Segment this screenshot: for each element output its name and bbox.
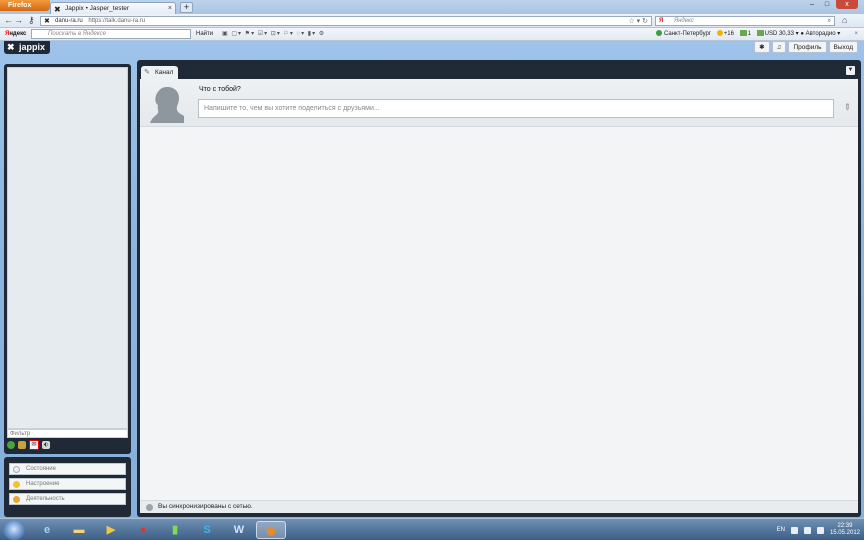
search-go-icon[interactable]: ⌕	[828, 17, 831, 26]
yandex-tool-icons[interactable]: ▣ ▢▾ ⚑▾ ☑▾ ⊡▾ ⚐▾ ◌▾ ▮▾ ⚙	[222, 28, 325, 40]
status-post-input[interactable]	[198, 99, 834, 118]
tabs-menu-button[interactable]: ▼	[846, 66, 855, 75]
skype-icon[interactable]: S	[192, 521, 222, 539]
start-button[interactable]	[3, 520, 25, 540]
yandex-toolbar: Яндекс Поискать в Яндексе Найти ▣ ▢▾ ⚑▾ …	[0, 28, 864, 41]
search-placeholder: Яндекс	[674, 18, 694, 24]
roster-tools: ✉ ⬖	[7, 440, 50, 450]
yandex-informers[interactable]: Санкт-Петербург +16 1 USD 30,33 ▾ ● Авто…	[656, 28, 840, 40]
yandex-find-button[interactable]: Найти	[196, 28, 213, 40]
forward-button[interactable]: →	[14, 16, 23, 25]
weather-location-icon	[656, 30, 662, 36]
mood-field[interactable]: Настроение	[9, 478, 126, 490]
sync-status-bar: Вы синхронизированы с сетью.	[140, 500, 858, 513]
state-field[interactable]: Состояние	[9, 463, 126, 475]
rates-icon	[739, 30, 747, 36]
url-bar[interactable]: ✖ danu-ra.ru https://talk.danu-ra.ru ☆ ▾…	[40, 16, 652, 26]
url-reload-icon[interactable]: ☆ ▾ ↻	[628, 17, 648, 26]
presence-panel: Состояние Настроение Деятельность	[4, 457, 131, 517]
browser-tab-jappix[interactable]: ✖ Jappix • Jasper_tester ×	[50, 2, 176, 14]
language-indicator[interactable]: EN	[777, 527, 785, 533]
firefox-taskbar-icon[interactable]: ◉	[256, 521, 286, 539]
jappix-page: ✖ jappix ✱ ♫ Профиль Выход ✉ ⬖ Состояние…	[0, 41, 864, 518]
network-icon[interactable]	[803, 526, 811, 534]
profile-link[interactable]: Профиль	[788, 41, 827, 53]
jappix-logo[interactable]: ✖ jappix	[4, 41, 51, 54]
word-icon[interactable]: W	[224, 521, 254, 539]
yandex-logo[interactable]: Яндекс	[5, 28, 26, 40]
internet-explorer-icon[interactable]: e	[32, 521, 62, 539]
state-icon	[13, 466, 20, 473]
yandex-search-input[interactable]: Поискать в Яндексе	[31, 29, 191, 39]
activity-icon	[13, 496, 20, 503]
windows-taskbar: e ▬ ▶ ● ▮ S W ◉ EN 22:39 15.05.2012	[0, 518, 864, 540]
explorer-folder-icon[interactable]: ▬	[64, 521, 94, 539]
browser-tab-bar: Firefox ✖ Jappix • Jasper_tester × + – □…	[0, 0, 864, 14]
clock[interactable]: 22:39 15.05.2012	[830, 523, 860, 537]
add-contact-icon[interactable]	[7, 441, 15, 449]
roster-list[interactable]	[7, 67, 128, 429]
currency-icon	[756, 30, 764, 36]
site-identity-icon[interactable]: ✖	[44, 17, 50, 26]
roster-panel: ✉ ⬖	[4, 64, 131, 454]
maximize-button[interactable]: □	[821, 0, 833, 9]
site-identity-badge[interactable]: danu-ra.ru	[55, 18, 83, 24]
tray-app-icon[interactable]	[790, 526, 798, 534]
chat-bubble-icon[interactable]: ✉	[29, 440, 39, 450]
opera-icon[interactable]: ●	[128, 521, 158, 539]
minimize-button[interactable]: –	[806, 0, 818, 9]
mood-icon	[13, 481, 20, 488]
attach-paperclip-icon[interactable]: ✎	[840, 101, 853, 114]
bookmark-key-icon[interactable]: ⚷	[28, 16, 35, 25]
tag-icon[interactable]: ⬖	[42, 441, 50, 449]
groupchat-icon[interactable]	[18, 441, 26, 449]
music-button[interactable]: ♫	[771, 41, 787, 53]
volume-icon[interactable]	[816, 526, 824, 534]
system-tray: EN 22:39 15.05.2012	[777, 522, 860, 538]
sync-status-icon	[146, 504, 153, 511]
navigation-bar: ← → ⚷ ✖ danu-ra.ru https://talk.danu-ra.…	[0, 14, 864, 28]
phone-app-icon[interactable]: ▮	[160, 521, 190, 539]
status-composer: Что с тобой? ✎	[140, 79, 858, 127]
close-window-button[interactable]: x	[836, 0, 858, 9]
yandex-bar-close-icon[interactable]: ×	[854, 28, 858, 40]
back-button[interactable]: ←	[4, 16, 13, 25]
jappix-logo-icon: ✖	[7, 42, 15, 52]
channel-icon: ✎	[144, 69, 150, 76]
channel-content: Что с тобой? ✎ Вы синхронизированы с сет…	[140, 79, 858, 513]
tab-channel[interactable]: ✎ Канал	[141, 66, 179, 79]
tab-close-icon[interactable]: ×	[168, 3, 172, 14]
new-tab-button[interactable]: +	[180, 2, 193, 13]
default-avatar-icon	[150, 87, 184, 123]
yandex-engine-icon[interactable]: Я	[659, 17, 663, 26]
roster-filter-input[interactable]	[7, 429, 128, 438]
top-right-links: ✱ ♫ Профиль Выход	[754, 41, 858, 54]
browser-search-bar[interactable]: Я Яндекс ⌕	[655, 16, 835, 26]
home-icon[interactable]: ⌂	[842, 15, 847, 25]
activity-field[interactable]: Деятельность	[9, 493, 126, 505]
main-panel: ✎ Канал ▼ Что с тобой? ✎ Вы синхронизиро…	[137, 60, 861, 517]
status-prompt: Что с тобой?	[199, 86, 241, 93]
media-player-icon[interactable]: ▶	[96, 521, 126, 539]
tab-title: Jappix • Jasper_tester	[65, 5, 130, 12]
jappix-top-bar: ✖ jappix ✱ ♫ Профиль Выход	[0, 41, 864, 55]
logout-link[interactable]: Выход	[828, 41, 858, 53]
url-text[interactable]: https://talk.danu-ra.ru	[88, 18, 145, 24]
firefox-menu-button[interactable]: Firefox	[0, 0, 50, 11]
weather-sun-icon	[716, 30, 723, 36]
window-controls: – □ x	[806, 0, 858, 9]
star-button[interactable]: ✱	[754, 41, 770, 53]
